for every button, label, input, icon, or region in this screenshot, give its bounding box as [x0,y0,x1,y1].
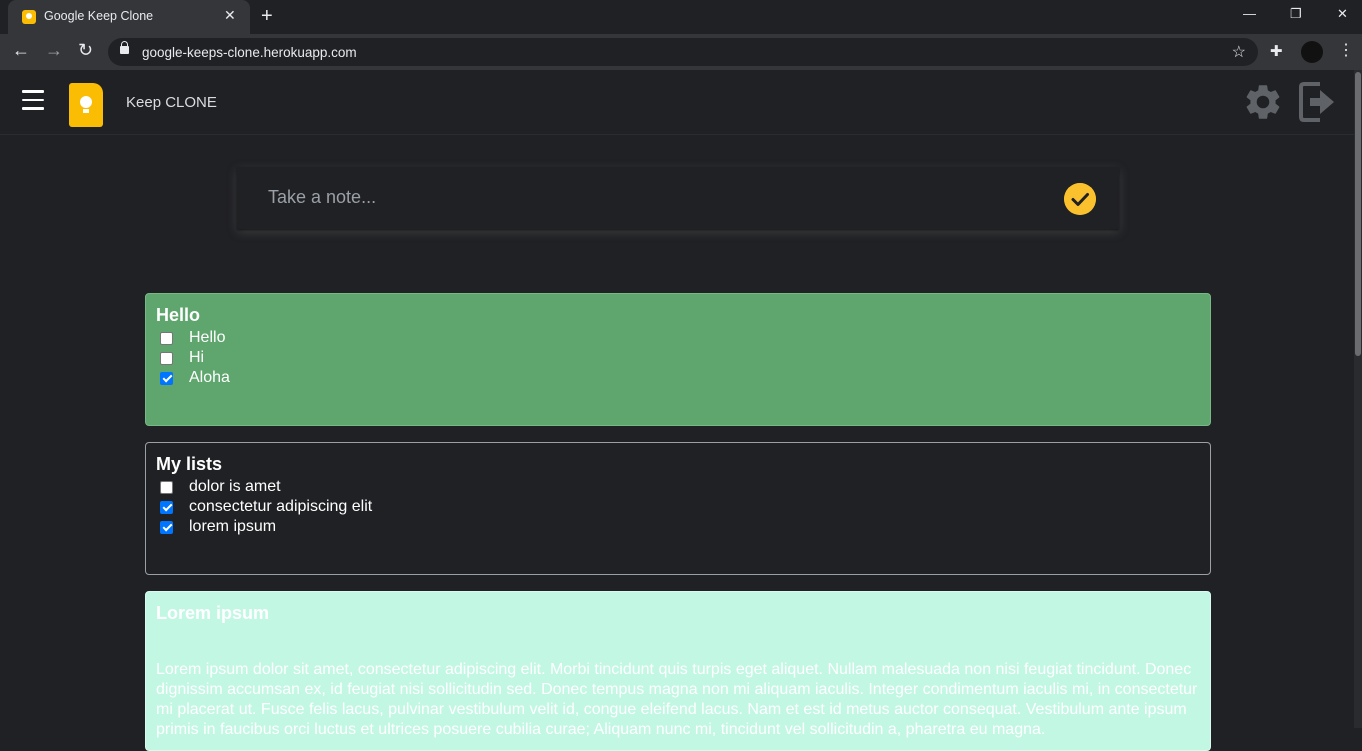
checkbox-checked[interactable] [160,520,173,534]
note-card[interactable]: Lorem ipsum Lorem ipsum dolor sit amet, … [145,591,1211,751]
checkbox[interactable] [160,331,173,345]
note-input-placeholder[interactable]: Take a note... [268,187,376,208]
list-item: Aloha [156,368,1200,388]
reload-button[interactable]: ↻ [78,40,93,61]
close-window-button[interactable]: ✕ [1337,6,1348,22]
list-item: Hello [156,328,1200,348]
lock-icon[interactable] [120,41,129,54]
note-title: Hello [156,305,201,325]
checkbox-checked[interactable] [160,371,173,385]
checkbox[interactable] [160,480,173,494]
browser-tab-bar: Google Keep Clone ✕ + — ❐ ✕ [0,0,1362,34]
take-note-input[interactable]: Take a note... [237,167,1119,229]
browser-toolbar: ← → ↻ google-keeps-clone.herokuapp.com ☆… [0,34,1362,70]
note-title: Lorem ipsum [156,603,270,623]
list-item-label: Hi [189,349,205,366]
address-bar[interactable]: google-keeps-clone.herokuapp.com ☆ [108,38,1258,66]
list-item-label: Aloha [189,369,230,386]
keep-logo-icon [69,83,103,127]
notes-area: Take a note... Hello Hello Hi Aloha My l… [0,136,1354,751]
scrollbar-thumb[interactable] [1355,72,1361,356]
note-card[interactable]: Hello Hello Hi Aloha [145,293,1211,426]
restore-button[interactable]: ❐ [1290,6,1302,22]
minimize-button[interactable]: — [1243,6,1256,21]
back-button[interactable]: ← [12,40,30,61]
browser-menu-icon[interactable]: ⋮ [1338,40,1354,60]
check-icon[interactable] [1064,183,1096,215]
tab-title: Google Keep Clone [44,9,154,23]
logout-icon[interactable] [1298,80,1336,124]
browser-tab[interactable]: Google Keep Clone ✕ [8,0,250,34]
bookmark-star-icon[interactable]: ☆ [1232,42,1246,62]
profile-avatar[interactable] [1301,41,1323,63]
list-item-label: Hello [189,329,226,346]
list-item: dolor is amet [156,477,1200,497]
note-card[interactable]: My lists dolor is amet consectetur adipi… [145,442,1211,575]
list-item: Hi [156,348,1200,368]
list-item: consectetur adipiscing elit [156,497,1200,517]
checkbox[interactable] [160,351,173,365]
note-body: Lorem ipsum dolor sit amet, consectetur … [156,661,1198,738]
extensions-icon[interactable]: ✚ [1270,42,1283,60]
url-text[interactable]: google-keeps-clone.herokuapp.com [142,45,357,60]
checkbox-checked[interactable] [160,500,173,514]
new-tab-button[interactable]: + [261,5,273,28]
hamburger-icon[interactable] [22,90,44,110]
list-item-label: lorem ipsum [189,518,277,535]
list-item: lorem ipsum [156,517,1200,537]
tab-favicon-icon [22,10,36,24]
page-scrollbar[interactable] [1354,70,1362,728]
forward-button[interactable]: → [45,40,63,61]
list-item-label: dolor is amet [189,478,281,495]
gear-icon[interactable] [1242,81,1284,123]
app-header: Keep CLONE [0,70,1354,135]
app-title: Keep CLONE [126,94,217,111]
list-item-label: consectetur adipiscing elit [189,498,373,515]
note-title: My lists [156,454,223,474]
tab-close-icon[interactable]: ✕ [224,7,236,24]
